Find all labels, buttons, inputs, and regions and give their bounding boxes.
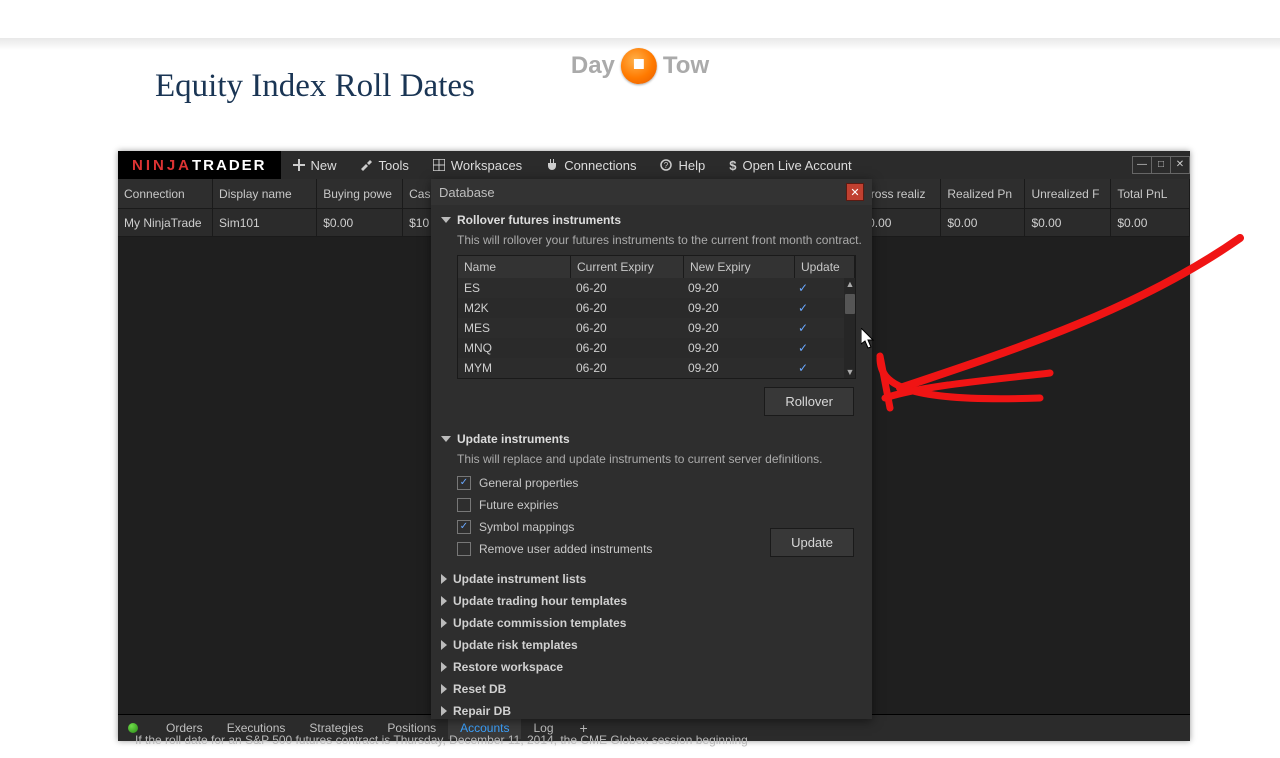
chevron-down-icon [441,217,451,223]
col-current-expiry[interactable]: Current Expiry [571,256,684,278]
window-maximize-button[interactable]: □ [1151,156,1171,174]
scroll-up-icon[interactable]: ▲ [846,278,855,290]
page-footnote: If the roll date for an S&P 500 futures … [135,733,748,747]
chevron-right-icon [441,640,447,650]
grid-header-cell[interactable]: Unrealized F [1025,179,1111,209]
grid-header-cell[interactable]: Total PnL [1111,179,1190,209]
grid-header-cell[interactable]: Display name [213,179,317,209]
grid-cell: Sim101 [213,209,317,237]
grid-header-cell[interactable]: Buying powe [317,179,403,209]
collapsed-section[interactable]: Repair DB [441,700,862,722]
site-logo: Day Tow [571,48,709,84]
scroll-down-icon[interactable]: ▼ [846,366,855,378]
database-close-button[interactable]: ✕ [846,183,864,201]
plus-icon [293,159,305,171]
svg-text:?: ? [664,161,669,170]
connection-status-icon [128,723,138,733]
collapsed-section[interactable]: Update instrument lists [441,568,862,590]
chevron-right-icon [441,596,447,606]
update-button[interactable]: Update [770,528,854,557]
collapsed-section[interactable]: Update risk templates [441,634,862,656]
collapsed-section[interactable]: Restore workspace [441,656,862,678]
workspace-icon [433,159,445,171]
update-section-toggle[interactable]: Update instruments [441,430,862,448]
window-minimize-button[interactable]: — [1132,156,1152,174]
grid-cell: My NinjaTrade [118,209,213,237]
collapsed-section[interactable]: Update commission templates [441,612,862,634]
rollover-row[interactable]: ES06-2009-20✓ [458,278,855,298]
rollover-description: This will rollover your futures instrume… [441,229,862,253]
nt-menubar: NINJATRADER New Tools Workspaces Connect… [118,151,1190,179]
window-close-button[interactable]: ✕ [1170,156,1190,174]
grid-cell: $0.00 [317,209,403,237]
check-general-properties[interactable]: ✓General properties [441,472,862,494]
menu-tools[interactable]: Tools [349,151,421,179]
grid-cell: $0.00 [1111,209,1190,237]
col-update[interactable]: Update [795,256,855,278]
grid-cell: $0.00 [1025,209,1111,237]
logo-orb-icon [621,48,657,84]
rollover-table: Name Current Expiry New Expiry Update ES… [457,255,856,379]
menu-new[interactable]: New [281,151,349,179]
menu-open-live[interactable]: $ Open Live Account [717,151,863,179]
menu-connections[interactable]: Connections [534,151,648,179]
chevron-right-icon [441,574,447,584]
check-future-expiries[interactable]: Future expiries [441,494,862,516]
chevron-right-icon [441,618,447,628]
collapsed-section[interactable]: Reset DB [441,678,862,700]
col-new-expiry[interactable]: New Expiry [684,256,795,278]
database-panel-title: Database [439,185,495,200]
menu-workspaces[interactable]: Workspaces [421,151,534,179]
chevron-right-icon [441,684,447,694]
database-panel: Database ✕ Rollover futures instruments … [431,179,872,719]
chevron-right-icon [441,662,447,672]
collapsed-section[interactable]: Update trading hour templates [441,590,862,612]
page-title: Equity Index Roll Dates [155,68,1280,105]
wrench-icon [361,159,373,171]
rollover-button[interactable]: Rollover [764,387,854,416]
rollover-row[interactable]: MYM06-2009-20✓ [458,358,855,378]
rollover-row[interactable]: M2K06-2009-20✓ [458,298,855,318]
plug-icon [546,159,558,171]
update-description: This will replace and update instruments… [441,448,862,472]
col-name[interactable]: Name [458,256,571,278]
chevron-right-icon [441,706,447,716]
grid-cell: $0.00 [941,209,1025,237]
rollover-scrollbar[interactable]: ▲ ▼ [844,278,855,378]
rollover-section-toggle[interactable]: Rollover futures instruments [441,211,862,229]
chevron-down-icon [441,436,451,442]
scroll-thumb[interactable] [845,294,855,314]
nt-logo: NINJATRADER [118,151,281,179]
dollar-icon: $ [729,158,736,173]
menu-help[interactable]: ? Help [648,151,717,179]
grid-header-cell[interactable]: Connection [118,179,213,209]
help-icon: ? [660,159,672,171]
rollover-row[interactable]: MES06-2009-20✓ [458,318,855,338]
rollover-row[interactable]: MNQ06-2009-20✓ [458,338,855,358]
grid-header-cell[interactable]: Realized Pn [941,179,1025,209]
